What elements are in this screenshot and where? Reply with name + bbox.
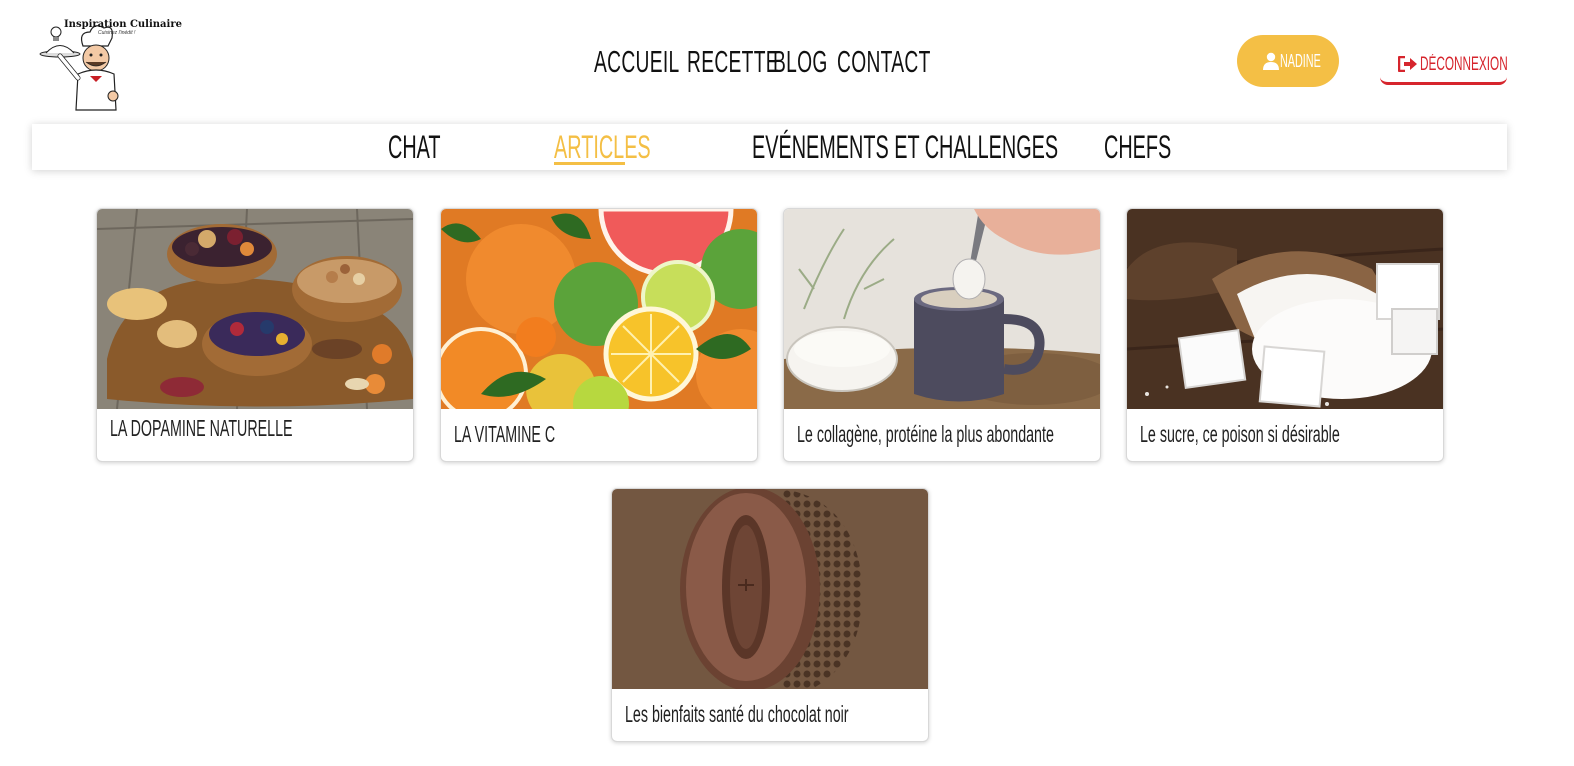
article-image xyxy=(784,209,1100,409)
user-account-button[interactable]: Nadine xyxy=(1237,35,1339,87)
logo-brand-name: Inspiration Culinaire xyxy=(64,19,182,30)
article-title: Les bienfaits santé du chocolat noir xyxy=(625,701,849,727)
site-logo[interactable] xyxy=(38,16,154,114)
sign-out-icon xyxy=(1398,56,1417,72)
user-name: Nadine xyxy=(1279,50,1321,71)
nav-blog-label: Blog xyxy=(773,44,828,79)
tab-chefs-label: Chefs xyxy=(1104,129,1172,165)
logout-button[interactable]: Déconnexion xyxy=(1380,46,1508,85)
nav-accueil-label: Accueil xyxy=(594,44,680,79)
user-icon xyxy=(1262,52,1279,70)
article-image xyxy=(612,489,928,689)
nav-recette[interactable]: Recette xyxy=(687,40,779,84)
nav-contact[interactable]: Contact xyxy=(837,40,930,84)
article-card-chocolat[interactable]: Les bienfaits santé du chocolat noir xyxy=(611,488,929,742)
article-card-sucre[interactable]: Le sucre, ce poison si désirable xyxy=(1126,208,1444,462)
article-title: LA DOPAMINE NATURELLE xyxy=(110,415,293,441)
article-title: Le sucre, ce poison si désirable xyxy=(1140,421,1340,447)
tab-articles[interactable]: Articles xyxy=(554,124,710,170)
tab-articles-label: Articles xyxy=(554,129,651,165)
nav-accueil[interactable]: Accueil xyxy=(594,40,687,84)
logo-tagline: Cuisinez l'inédit ! xyxy=(98,30,136,36)
main-nav: Accueil Recette Blog Contact xyxy=(594,40,930,84)
article-title: Le collagène, protéine la plus abondante xyxy=(797,421,1054,447)
tab-evenements-label: Evénements et challenges xyxy=(752,129,1059,165)
nav-blog[interactable]: Blog xyxy=(773,40,837,84)
articles-subnav: Chat Articles Evénements et challenges C… xyxy=(32,124,1507,170)
tab-chefs[interactable]: Chefs xyxy=(1104,124,1212,170)
article-title: LA VITAMINE C xyxy=(454,421,556,447)
article-image xyxy=(1127,209,1443,409)
article-card-dopamine[interactable]: LA DOPAMINE NATURELLE xyxy=(96,208,414,462)
article-card-vitamine-c[interactable]: LA VITAMINE C xyxy=(440,208,758,462)
article-card-collagene[interactable]: Le collagène, protéine la plus abondante xyxy=(783,208,1101,462)
tab-chat[interactable]: Chat xyxy=(388,124,473,170)
chef-logo-icon xyxy=(39,25,119,111)
logout-label: Déconnexion xyxy=(1420,54,1508,75)
article-image xyxy=(441,209,757,409)
article-image xyxy=(97,209,413,409)
tab-chat-label: Chat xyxy=(388,129,441,165)
nav-contact-label: Contact xyxy=(837,44,931,79)
nav-recette-label: Recette xyxy=(687,44,779,79)
